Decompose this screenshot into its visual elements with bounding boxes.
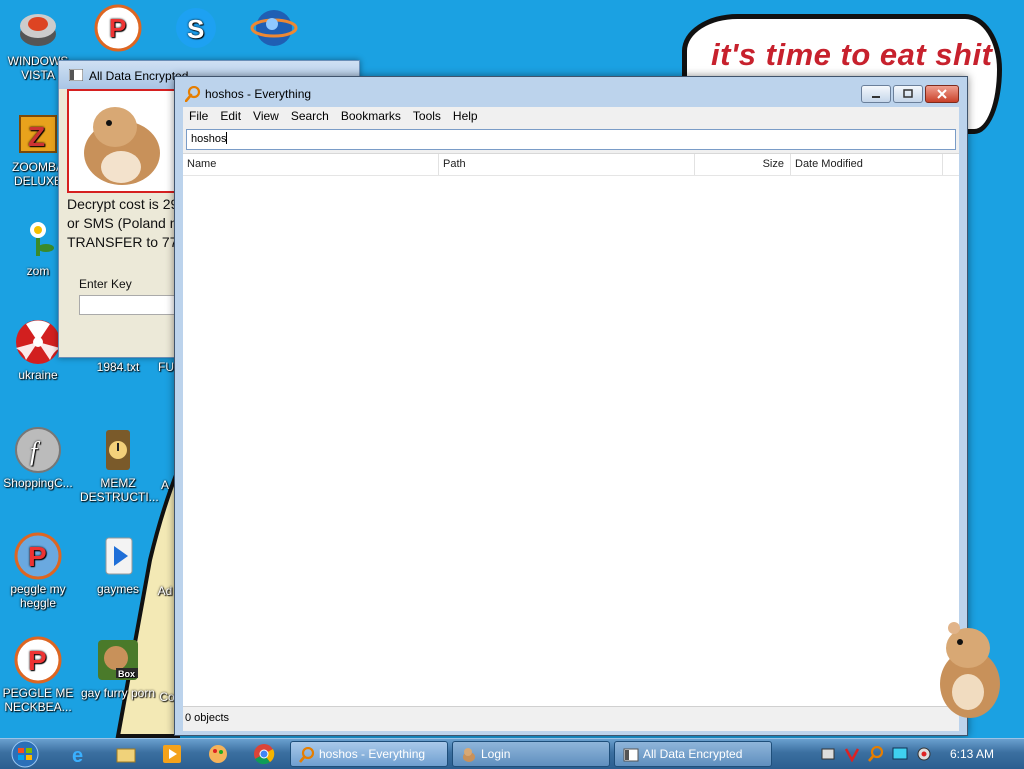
memz-icon — [106, 430, 130, 470]
window-icon — [623, 748, 639, 762]
start-button[interactable] — [8, 740, 42, 768]
taskbar-button-all-data-encrypted[interactable]: All Data Encrypted — [614, 741, 772, 767]
menu-file[interactable]: File — [183, 107, 214, 125]
ransom-message: Decrypt cost is 29 or SMS (Poland n TRAN… — [67, 195, 187, 252]
peggle-icon: P — [14, 636, 62, 684]
media-player-icon[interactable] — [160, 742, 184, 766]
menu-bar: File Edit View Search Bookmarks Tools Help — [183, 107, 959, 125]
zuma-icon: Z — [19, 115, 57, 153]
svg-text:P: P — [109, 13, 126, 43]
plant-icon — [30, 222, 54, 256]
network-icon[interactable] — [820, 746, 836, 762]
menu-bookmarks[interactable]: Bookmarks — [335, 107, 407, 125]
column-size[interactable]: Size — [695, 154, 791, 175]
flash-icon: f — [15, 427, 61, 473]
speaker-icon[interactable] — [916, 746, 932, 762]
minimize-icon — [872, 96, 880, 98]
column-path[interactable]: Path — [439, 154, 695, 175]
svg-text:e: e — [72, 745, 83, 766]
taskbar-button-everything[interactable]: hoshos - Everything — [290, 741, 448, 767]
close-icon — [937, 89, 947, 99]
enter-key-label: Enter Key — [79, 277, 132, 291]
everything-icon — [185, 86, 201, 102]
menu-edit[interactable]: Edit — [214, 107, 247, 125]
window-title: hoshos - Everything — [205, 87, 312, 101]
svg-text:Box: Box — [118, 669, 135, 679]
taskbar: e hoshos - Everything Login All Data Enc… — [0, 738, 1024, 769]
menu-help[interactable]: Help — [447, 107, 484, 125]
search-input[interactable]: hoshos — [186, 129, 956, 150]
taskbar-button-login[interactable]: Login — [452, 741, 610, 767]
menu-search[interactable]: Search — [285, 107, 335, 125]
everything-icon — [299, 747, 315, 763]
ie-globe-icon — [250, 10, 298, 46]
taskbar-label: All Data Encrypted — [643, 747, 743, 761]
paint-icon[interactable] — [206, 742, 230, 766]
search-area: hoshos — [183, 125, 959, 153]
monitor-icon[interactable] — [892, 746, 908, 762]
maximize-icon — [903, 89, 913, 98]
radiation-icon — [16, 320, 60, 364]
menu-tools[interactable]: Tools — [407, 107, 447, 125]
desktop-icon-gaymes[interactable]: gaymes — [80, 532, 156, 596]
hamster-image — [67, 89, 177, 193]
skype-icon: S — [176, 8, 216, 48]
desktop-icon-memz[interactable]: MEMZ DESTRUCTI... — [80, 426, 159, 504]
status-text: 0 objects — [185, 712, 230, 724]
svg-text:Z: Z — [28, 121, 45, 152]
search-input-value: hoshos — [191, 133, 227, 145]
svg-text:P: P — [28, 541, 47, 572]
column-name[interactable]: Name — [183, 154, 439, 175]
taskbar-label: hoshos - Everything — [319, 747, 426, 761]
ransom-line-3: TRANSFER to 770 — [67, 234, 186, 250]
hamster-icon — [463, 748, 475, 762]
peggle-icon: P — [14, 532, 62, 580]
maximize-button[interactable] — [893, 85, 923, 103]
minimize-button[interactable] — [861, 85, 891, 103]
everything-window[interactable]: hoshos - Everything File Edit View Search Bo… — [174, 76, 968, 736]
peggle-icon: P — [94, 4, 142, 52]
svg-text:S: S — [187, 14, 204, 44]
desktop-icon-peggle-top[interactable]: P — [80, 4, 156, 54]
desktop-icon-box[interactable]: Box gay furry porn — [80, 636, 156, 700]
speech-text: it's time to eat shit — [711, 37, 993, 72]
games-folder-icon — [105, 537, 133, 575]
chrome-icon[interactable] — [252, 742, 276, 766]
ransom-line-1: Decrypt cost is 29 — [67, 196, 179, 212]
everything-titlebar[interactable]: hoshos - Everything — [175, 77, 967, 107]
results-list[interactable]: Name Path Size Date Modified — [183, 153, 959, 707]
desktop-icon-1984[interactable]: 1984.txt — [80, 360, 156, 374]
ie-icon[interactable]: e — [68, 742, 92, 766]
menu-view[interactable]: View — [247, 107, 285, 125]
window-icon — [69, 69, 83, 81]
enter-key-input[interactable] — [79, 295, 189, 315]
results-header: Name Path Size Date Modified — [183, 154, 959, 176]
close-button[interactable] — [925, 85, 959, 103]
desktop-icon-peggle-neckbeard[interactable]: P PEGGLE ME NECKBEA... — [0, 636, 76, 714]
column-date-modified[interactable]: Date Modified — [791, 154, 943, 175]
box-icon: Box — [98, 640, 138, 680]
everything-tray-icon[interactable] — [868, 746, 884, 762]
ransom-line-2: or SMS (Poland n — [67, 215, 178, 231]
explorer-icon[interactable] — [114, 742, 138, 766]
desktop-icon-ie-globe[interactable] — [236, 4, 312, 54]
taskbar-label: Login — [481, 747, 511, 761]
pinball-icon — [20, 14, 56, 46]
clock[interactable]: 6:13 AM — [950, 747, 994, 761]
status-bar: 0 objects — [183, 706, 959, 731]
desktop-icon-peggle-my-heggle[interactable]: P peggle my heggle — [0, 532, 76, 610]
desktop-icon-skype[interactable]: S — [158, 4, 234, 54]
hamster-image — [940, 622, 1000, 718]
v-icon[interactable] — [844, 746, 860, 762]
svg-text:P: P — [28, 645, 47, 676]
desktop-icon-shopping[interactable]: f ShoppingC... — [0, 426, 76, 490]
